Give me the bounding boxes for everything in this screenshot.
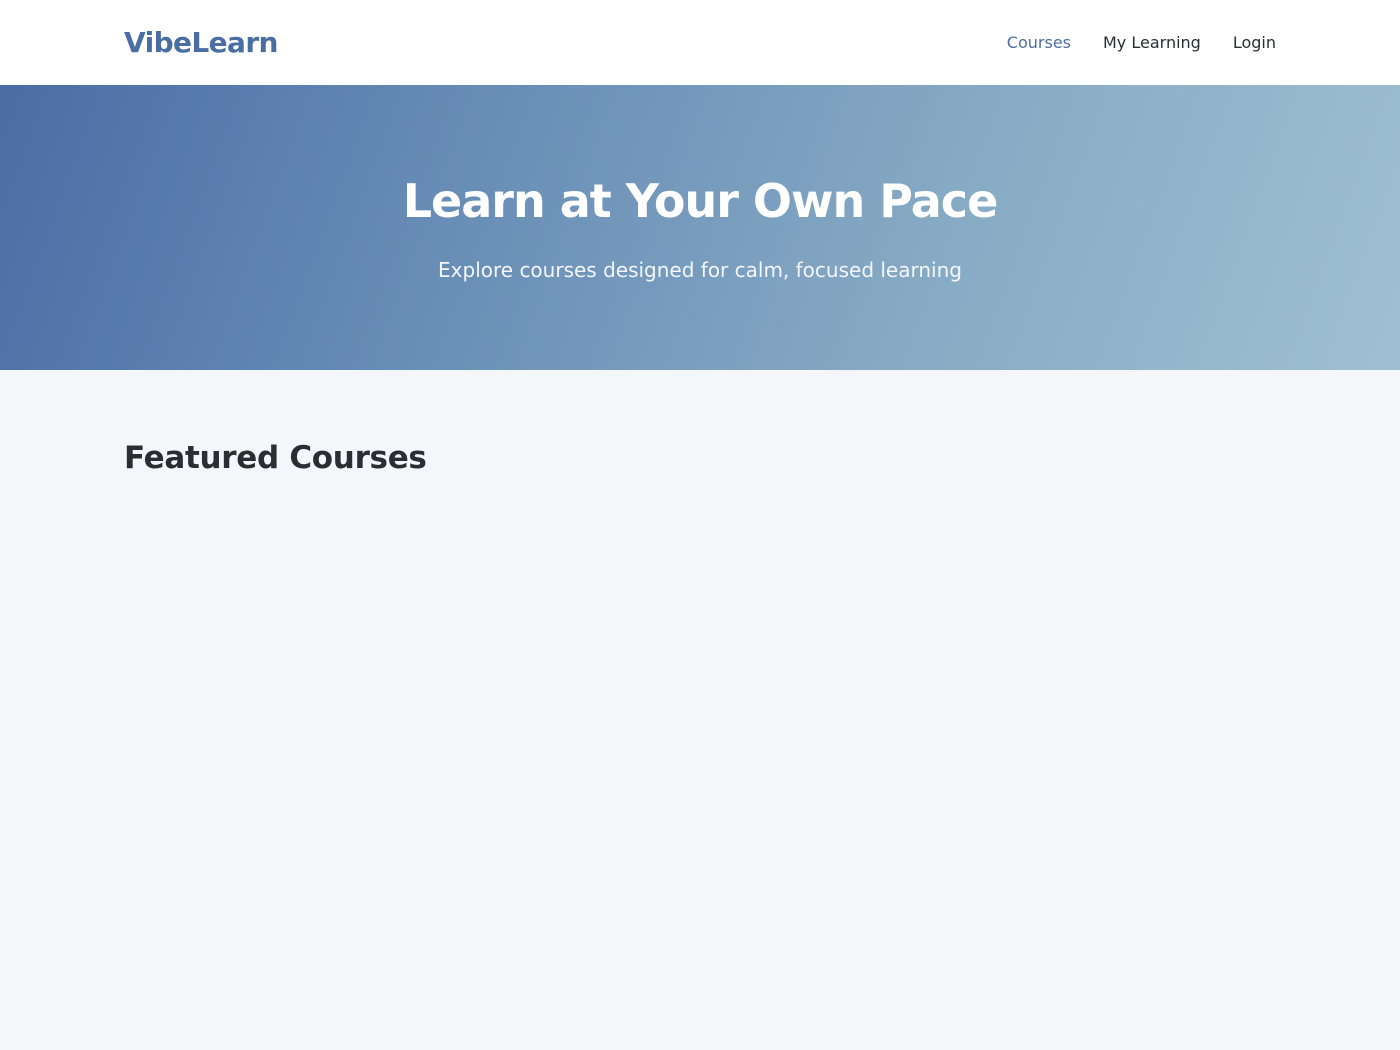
nav-link-login[interactable]: Login [1233, 34, 1276, 51]
featured-courses-heading: Featured Courses [124, 440, 427, 476]
main-nav: Courses My Learning Login [1007, 34, 1276, 51]
main-content: Featured Courses [0, 370, 1400, 517]
logo[interactable]: VibeLearn [124, 28, 278, 57]
hero-banner: Learn at Your Own Pace Explore courses d… [0, 85, 1400, 370]
hero-title: Learn at Your Own Pace [402, 174, 999, 228]
hero-subtitle: Explore courses designed for calm, focus… [438, 257, 962, 282]
course-grid [124, 507, 1276, 517]
site-header: VibeLearn Courses My Learning Login [0, 0, 1400, 85]
nav-link-courses[interactable]: Courses [1007, 34, 1071, 51]
nav-link-my-learning[interactable]: My Learning [1103, 34, 1201, 51]
